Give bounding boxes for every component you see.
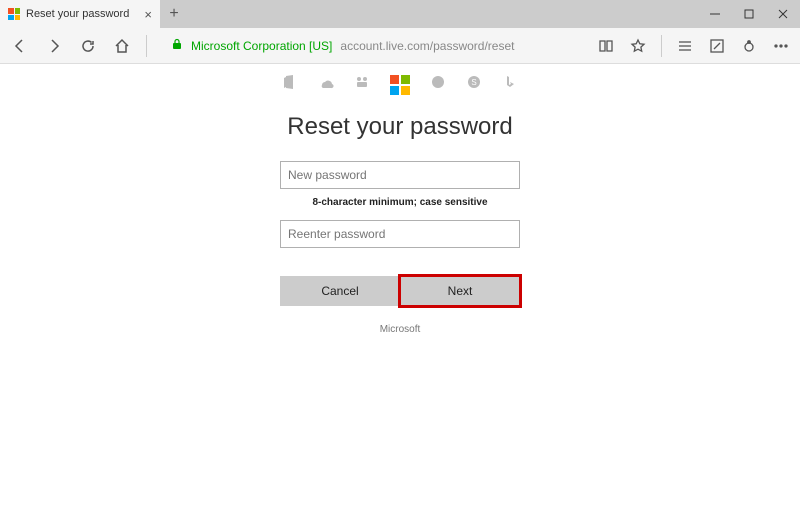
password-hint: 8-character minimum; case sensitive [280, 197, 520, 208]
microsoft-icon [8, 8, 20, 20]
microsoft-logo-icon [390, 75, 410, 95]
footer-brand: Microsoft [280, 324, 520, 335]
next-button[interactable]: Next [400, 276, 520, 306]
onedrive-icon [318, 74, 334, 95]
address-bar[interactable]: Microsoft Corporation [US] account.live.… [171, 37, 573, 55]
browser-tab[interactable]: Reset your password × [0, 0, 160, 28]
tab-title: Reset your password [26, 8, 138, 20]
window-minimize-button[interactable] [698, 0, 732, 28]
home-button[interactable] [112, 36, 132, 56]
svg-text:S: S [471, 78, 476, 87]
favorite-button[interactable] [629, 37, 647, 55]
share-button[interactable] [740, 37, 758, 55]
teams-icon [354, 74, 370, 95]
window-maximize-button[interactable] [732, 0, 766, 28]
window-close-button[interactable] [766, 0, 800, 28]
reading-view-button[interactable] [597, 37, 615, 55]
office-icon [282, 74, 298, 95]
bing-icon [502, 74, 518, 95]
new-tab-button[interactable]: + [160, 0, 188, 28]
reenter-password-input[interactable] [280, 220, 520, 248]
more-button[interactable] [772, 37, 790, 55]
hub-button[interactable] [676, 37, 694, 55]
forward-button[interactable] [44, 36, 64, 56]
back-button[interactable] [10, 36, 30, 56]
security-identity: Microsoft Corporation [US] [191, 39, 332, 53]
lock-icon [171, 37, 183, 55]
refresh-button[interactable] [78, 36, 98, 56]
web-note-button[interactable] [708, 37, 726, 55]
cancel-button[interactable]: Cancel [280, 276, 400, 306]
skype-icon: S [466, 74, 482, 95]
page-heading: Reset your password [0, 113, 800, 141]
tab-close-icon[interactable]: × [144, 7, 152, 22]
url-text: account.live.com/password/reset [340, 39, 514, 53]
new-password-input[interactable] [280, 161, 520, 189]
reset-form: 8-character minimum; case sensitive Canc… [280, 161, 520, 335]
xbox-icon [430, 74, 446, 95]
service-icon-row: S [0, 74, 800, 95]
browser-toolbar: Microsoft Corporation [US] account.live.… [0, 28, 800, 64]
page-content: S Reset your password 8-character minimu… [0, 64, 800, 335]
window-titlebar: Reset your password × + [0, 0, 800, 28]
